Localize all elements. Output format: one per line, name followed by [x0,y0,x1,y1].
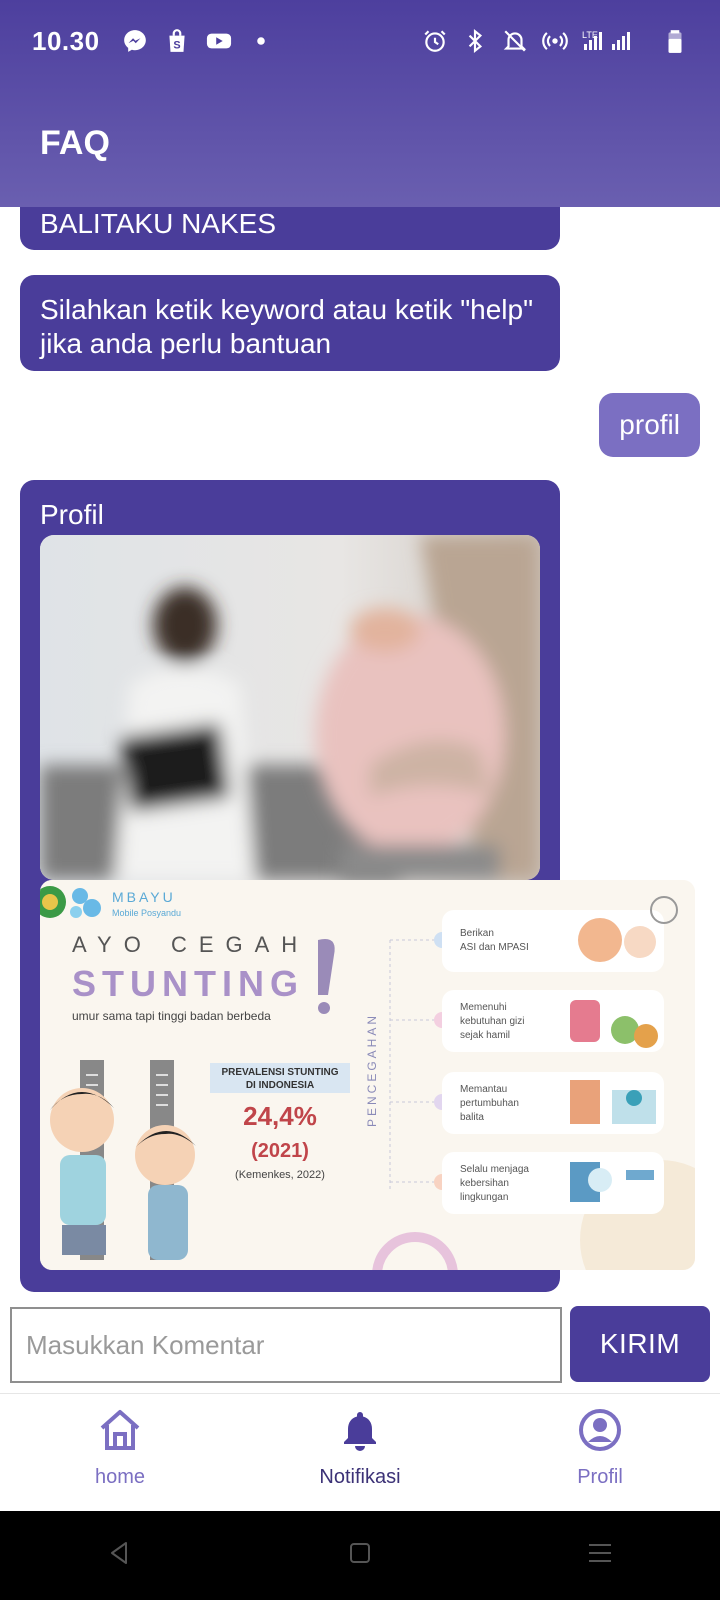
hotspot-icon [542,28,568,54]
back-icon[interactable] [104,1537,136,1574]
shop-icon: S [164,28,190,54]
status-bar: 10.30 S LTE [0,0,720,82]
svg-text:lingkungan: lingkungan [460,1192,508,1203]
svg-text:PENCEGAHAN: PENCEGAHAN [365,1013,379,1127]
app-header: 10.30 S LTE FAQ [0,0,720,207]
profile-icon [574,1404,626,1456]
system-navigation-bar [0,1511,720,1600]
bluetooth-icon [462,28,488,54]
svg-text:PREVALENSI STUNTING: PREVALENSI STUNTING [221,1067,338,1078]
menu-icon[interactable] [584,1537,616,1574]
svg-text:S: S [173,40,180,52]
svg-text:sejak hamil: sejak hamil [460,1030,510,1041]
nav-label: Notifikasi [319,1466,401,1488]
comment-input[interactable] [10,1307,562,1383]
svg-text:AYO CEGAH: AYO CEGAH [72,932,309,957]
youtube-icon [206,28,232,54]
svg-text:24,4%: 24,4% [243,1101,317,1131]
bottom-navigation: home Notifikasi Profil [0,1393,720,1511]
message-text: Silahkan ketik keyword atau ketik "help"… [40,294,534,359]
home-icon [94,1404,146,1456]
nav-label: Profil [577,1466,623,1488]
dot-icon [248,28,274,54]
bot-message: Silahkan ketik keyword atau ketik "help"… [20,275,560,371]
svg-text:umur sama tapi tinggi badan be: umur sama tapi tinggi badan berbeda [72,1009,271,1023]
svg-text:Memantau: Memantau [460,1084,507,1095]
faq-screen: 10.30 S LTE FAQ BALITAKU NAKES Silahkan … [0,0,720,1600]
message-text: profil [619,409,680,440]
mute-icon [502,28,528,54]
message-text: Profil [40,499,104,530]
alarm-icon [422,28,448,54]
bot-message: BALITAKU NAKES [20,207,560,250]
nav-item-profil[interactable]: Profil [480,1394,720,1511]
signal-icon: LTE [582,28,648,54]
chat-area[interactable]: BALITAKU NAKES Silahkan ketik keyword at… [0,207,720,1297]
svg-text:Memenuhi: Memenuhi [460,1002,507,1013]
message-text: BALITAKU NAKES [40,208,277,239]
svg-text:(2021): (2021) [251,1140,309,1162]
status-time: 10.30 [32,25,100,56]
svg-text:(Kemenkes, 2022): (Kemenkes, 2022) [235,1169,325,1181]
nav-item-home[interactable]: home [0,1394,240,1511]
page-title: FAQ [40,124,110,162]
battery-icon [662,28,688,54]
notification-icons: S [122,28,274,54]
user-message: profil [599,393,700,457]
svg-text:balita: balita [460,1112,484,1123]
svg-text:STUNTING: STUNTING [72,963,304,1004]
svg-text:ASI dan MPASI: ASI dan MPASI [460,942,529,953]
svg-text:pertumbuhan: pertumbuhan [460,1098,519,1109]
svg-text:Berikan: Berikan [460,928,494,939]
messenger-icon [122,28,148,54]
svg-text:DI INDONESIA: DI INDONESIA [246,1080,314,1091]
comment-bar: KIRIM [0,1297,720,1393]
nav-label: home [94,1466,146,1488]
svg-text:kebutuhan gizi: kebutuhan gizi [460,1016,525,1027]
home-square-icon[interactable] [344,1537,376,1574]
send-button[interactable]: KIRIM [570,1306,710,1382]
bot-message-profile: Profil MBAYU Mobile Posyandu AYO CEGAH S… [20,480,695,1292]
svg-text:kebersihan: kebersihan [460,1178,509,1189]
nav-item-notifikasi[interactable]: Notifikasi [240,1394,480,1511]
svg-text:Mobile Posyandu: Mobile Posyandu [112,908,181,918]
svg-text:MBAYU: MBAYU [112,889,176,905]
stunting-infographic[interactable]: MBAYU Mobile Posyandu AYO CEGAH STUNTING… [40,880,695,1270]
pregnant-woman-photo[interactable] [40,535,540,880]
system-icons: LTE [422,28,688,54]
svg-text:Selalu menjaga: Selalu menjaga [460,1164,529,1175]
bell-icon [334,1404,386,1456]
